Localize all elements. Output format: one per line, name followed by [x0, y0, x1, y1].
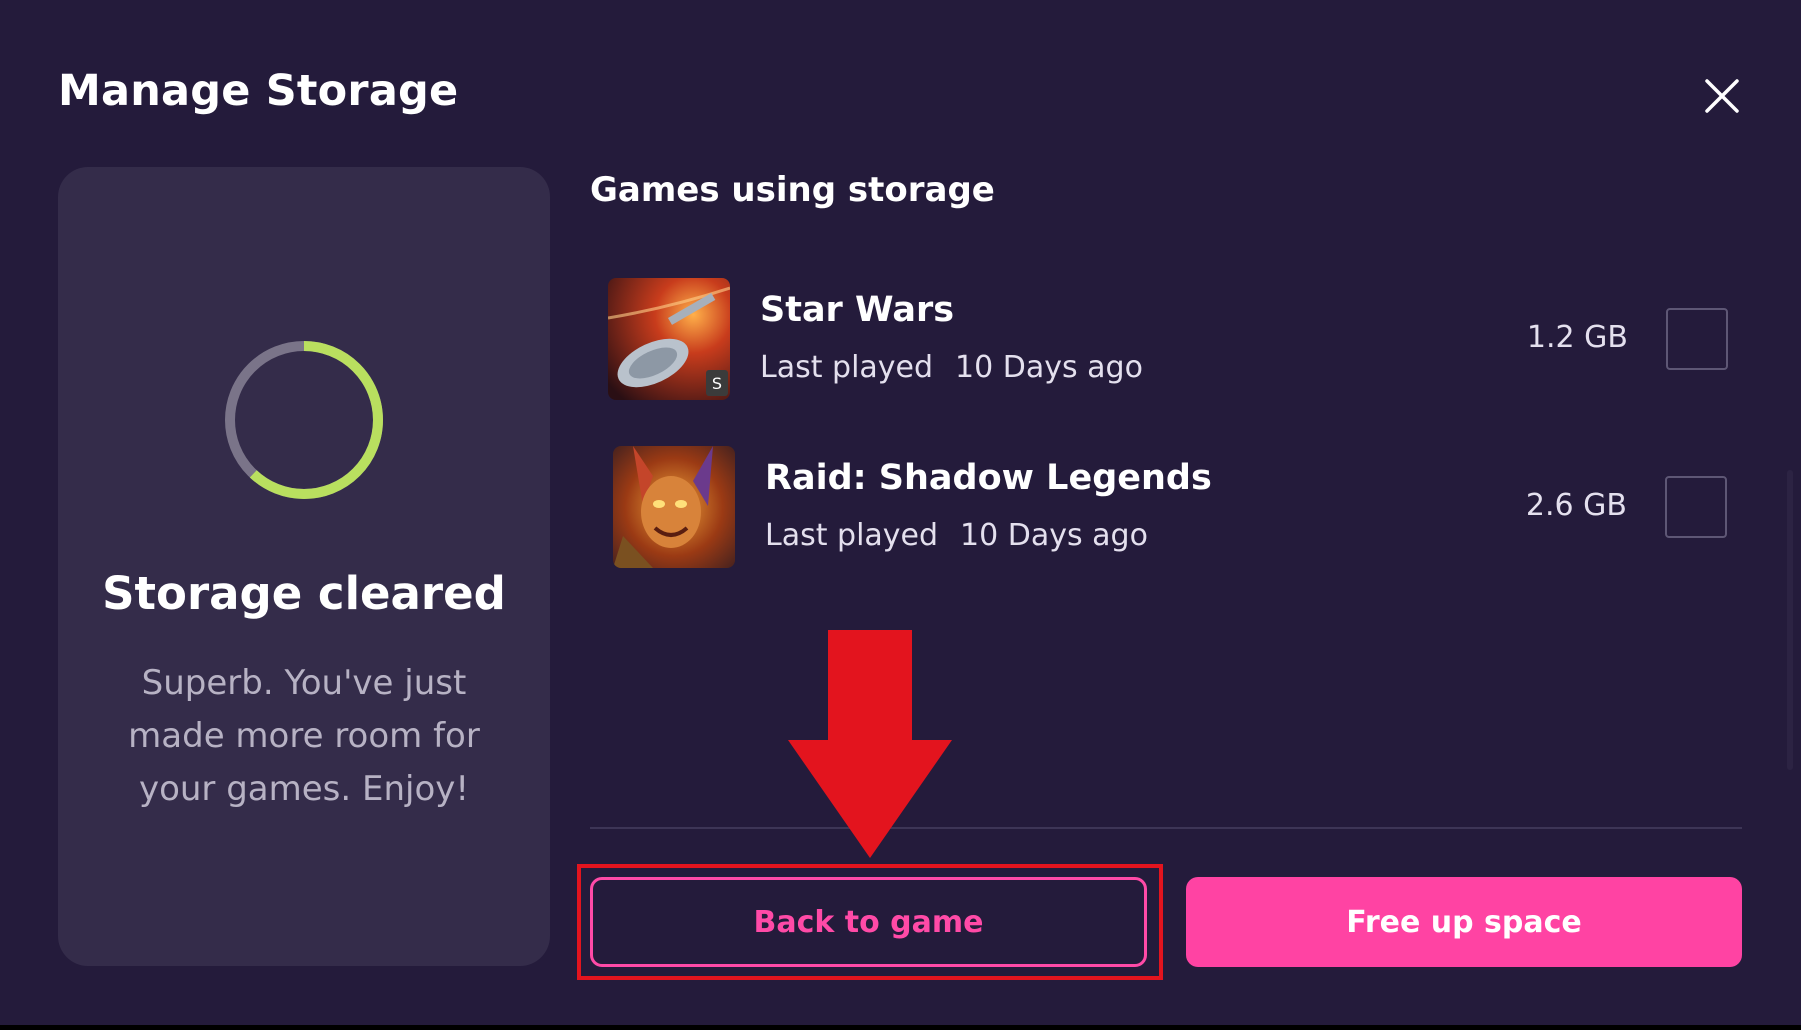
manage-storage-modal: Manage Storage Storage cleared Superb. Y… [0, 0, 1801, 1025]
game-thumbnail: S [608, 278, 730, 400]
modal-title: Manage Storage [58, 66, 459, 116]
game-row-raid: Raid: Shadow Legends Last played 10 Days … [613, 446, 1727, 568]
annotation-arrow-icon [788, 630, 952, 858]
games-section-title: Games using storage [590, 170, 995, 210]
storage-progress-ring [225, 341, 383, 499]
game-thumbnail [613, 446, 735, 568]
game-name: Raid: Shadow Legends [765, 458, 1212, 498]
last-played-value: 10 Days ago [960, 518, 1148, 553]
status-description: Superb. You've just made more room for y… [128, 663, 480, 809]
status-title: Storage cleared [102, 567, 506, 620]
last-played-value: 10 Days ago [955, 350, 1143, 385]
game-last-played: Last played 10 Days ago [760, 350, 1143, 385]
games-list-scrollbar[interactable] [1787, 470, 1793, 770]
last-played-label: Last played [760, 350, 934, 385]
free-up-space-button[interactable]: Free up space [1186, 877, 1742, 967]
game-select-checkbox[interactable] [1666, 308, 1728, 370]
back-to-game-button[interactable]: Back to game [590, 877, 1147, 967]
game-row-star-wars: S Star Wars Last played 10 Days ago 1.2 G… [608, 278, 1728, 400]
game-size: 2.6 GB [1525, 488, 1627, 523]
game-select-checkbox[interactable] [1665, 476, 1727, 538]
game-last-played: Last played 10 Days ago [765, 518, 1148, 553]
game-size: 1.2 GB [1526, 320, 1628, 355]
storage-status-card: Storage cleared Superb. You've just made… [58, 167, 550, 966]
svg-text:S: S [712, 374, 722, 393]
game-name: Star Wars [760, 290, 955, 330]
bottom-edge [0, 1025, 1801, 1030]
close-button[interactable] [1698, 72, 1746, 120]
divider [590, 827, 1742, 829]
last-played-label: Last played [765, 518, 939, 553]
close-icon [1705, 79, 1739, 113]
